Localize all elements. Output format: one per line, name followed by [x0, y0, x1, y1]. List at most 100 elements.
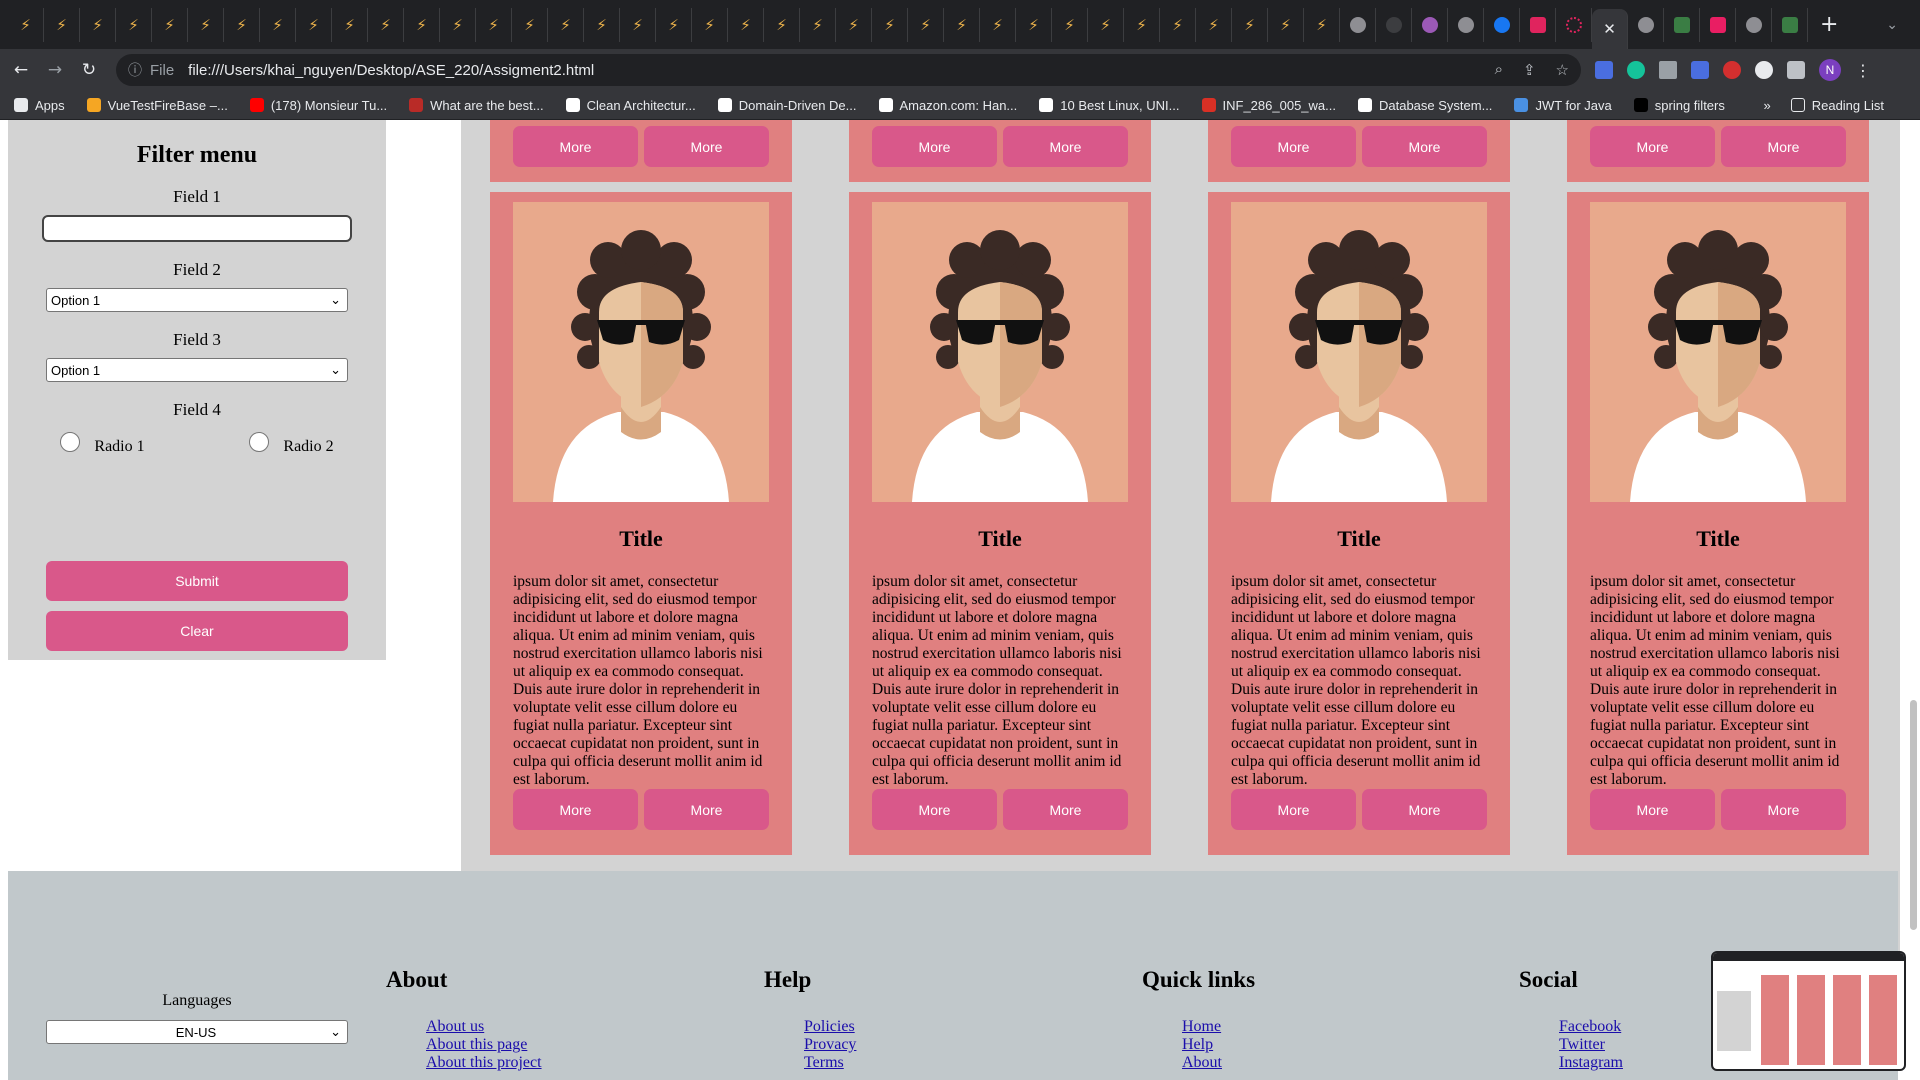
footer-link[interactable]: Policies — [804, 1018, 856, 1036]
bookmarks-overflow-icon[interactable]: » — [1763, 98, 1770, 113]
star-icon[interactable]: ☆ — [1556, 61, 1569, 79]
radio2-option[interactable]: Radio 2 — [249, 432, 334, 456]
tab[interactable]: ⚡ — [908, 7, 944, 42]
extension-icon[interactable] — [1755, 61, 1773, 79]
tab[interactable]: ⚡ — [1088, 7, 1124, 42]
bookmark-item[interactable]: JWT for Java — [1514, 98, 1612, 113]
tab[interactable]: ⚡ — [80, 7, 116, 42]
tab[interactable]: ⚡ — [800, 7, 836, 42]
zoom-icon[interactable]: ⌕ — [1495, 61, 1503, 79]
bookmark-item[interactable]: Apps — [14, 98, 65, 113]
tab[interactable] — [1736, 7, 1772, 42]
tab[interactable]: ⚡ — [944, 7, 980, 42]
tab[interactable]: ⚡ — [548, 7, 584, 42]
more-button[interactable]: More — [513, 789, 638, 830]
more-button[interactable]: More — [644, 126, 769, 167]
footer-link[interactable]: Twitter — [1559, 1036, 1623, 1054]
tab[interactable]: ⚡ — [476, 7, 512, 42]
tab[interactable] — [1376, 7, 1412, 42]
more-button[interactable]: More — [872, 789, 997, 830]
back-icon[interactable]: ← — [8, 60, 34, 80]
vuejs-icon[interactable] — [1659, 61, 1677, 79]
bookmark-item[interactable]: (178) Monsieur Tu... — [249, 98, 387, 113]
language-select[interactable]: EN-US ⌄ — [46, 1020, 348, 1044]
info-icon[interactable]: ⓘ — [128, 60, 142, 80]
more-button[interactable]: More — [644, 789, 769, 830]
footer-link[interactable]: About — [1182, 1054, 1255, 1072]
more-button[interactable]: More — [872, 126, 997, 167]
field3-select[interactable]: Option 1 ⌄ — [46, 358, 348, 382]
tab[interactable]: ⚡ — [440, 7, 476, 42]
footer-link[interactable]: Help — [1182, 1036, 1255, 1054]
tab[interactable]: ⚡ — [1016, 7, 1052, 42]
submit-button[interactable]: Submit — [46, 561, 348, 601]
more-button[interactable]: More — [1590, 126, 1715, 167]
profile-avatar[interactable]: N — [1819, 59, 1841, 81]
more-button[interactable]: More — [1231, 126, 1356, 167]
more-button[interactable]: More — [1590, 789, 1715, 830]
tab[interactable] — [1664, 7, 1700, 42]
tab-active[interactable]: ✕ — [1592, 9, 1628, 49]
tab[interactable]: ⚡ — [116, 7, 152, 42]
radio1-option[interactable]: Radio 1 — [60, 432, 145, 456]
footer-link[interactable]: Terms — [804, 1054, 856, 1072]
tab-search-icon[interactable]: ⌄ — [1886, 17, 1898, 33]
tab[interactable]: ⚡ — [656, 7, 692, 42]
more-button[interactable]: More — [1003, 126, 1128, 167]
tab[interactable] — [1520, 7, 1556, 42]
scrollbar[interactable] — [1908, 120, 1920, 1080]
more-button[interactable]: More — [513, 126, 638, 167]
tab[interactable]: ⚡ — [692, 7, 728, 42]
tab[interactable]: ⚡ — [368, 7, 404, 42]
tab[interactable] — [1448, 7, 1484, 42]
field2-select[interactable]: Option 1 ⌄ — [46, 288, 348, 312]
screenshot-thumbnail[interactable] — [1711, 951, 1906, 1071]
footer-link[interactable]: Instagram — [1559, 1054, 1623, 1072]
url-text[interactable]: file:///Users/khai_nguyen/Desktop/ASE_22… — [188, 62, 594, 79]
bookmark-item[interactable]: VueTestFireBase –... — [86, 98, 228, 113]
tab[interactable] — [1556, 7, 1592, 42]
tab[interactable]: ⚡ — [620, 7, 656, 42]
new-tab-button[interactable]: + — [1820, 12, 1838, 37]
tab[interactable]: ⚡ — [224, 7, 260, 42]
tab[interactable] — [1628, 7, 1664, 42]
tab[interactable] — [1412, 7, 1448, 42]
tab[interactable] — [1772, 7, 1808, 42]
bookmark-item[interactable]: Domain-Driven De... — [717, 98, 857, 113]
tab[interactable]: ⚡ — [728, 7, 764, 42]
tab[interactable]: ⚡ — [1232, 7, 1268, 42]
tab[interactable] — [1340, 7, 1376, 42]
field1-input[interactable] — [42, 215, 352, 242]
more-button[interactable]: More — [1362, 126, 1487, 167]
reload-icon[interactable]: ↻ — [76, 60, 102, 80]
tab[interactable] — [1484, 7, 1520, 42]
tab[interactable]: ⚡ — [872, 7, 908, 42]
tab[interactable]: ⚡ — [836, 7, 872, 42]
tab[interactable]: ⚡ — [584, 7, 620, 42]
adblock-icon[interactable] — [1723, 61, 1741, 79]
tab[interactable]: ⚡ — [152, 7, 188, 42]
bookmark-item[interactable]: INF_286_005_wa... — [1201, 98, 1336, 113]
forward-icon[interactable]: → — [42, 60, 68, 80]
bookmark-item[interactable]: spring filters — [1633, 98, 1725, 113]
screen-capture-icon[interactable] — [1691, 61, 1709, 79]
bookmark-item[interactable]: Database System... — [1357, 98, 1492, 113]
bookmark-item[interactable]: 10 Best Linux, UNI... — [1039, 98, 1180, 113]
tab[interactable]: ⚡ — [44, 7, 80, 42]
tab[interactable] — [1700, 7, 1736, 42]
tab[interactable]: ⚡ — [1160, 7, 1196, 42]
menu-icon[interactable]: ⋮ — [1855, 61, 1871, 80]
share-icon[interactable]: ⇪ — [1523, 61, 1536, 79]
address-bar[interactable]: ⓘ File file:///Users/khai_nguyen/Desktop… — [116, 54, 1581, 86]
more-button[interactable]: More — [1721, 789, 1846, 830]
close-icon[interactable]: ✕ — [1603, 20, 1616, 38]
scroll-thumb[interactable] — [1910, 700, 1917, 930]
puzzle-icon[interactable] — [1787, 61, 1805, 79]
footer-link[interactable]: Provacy — [804, 1036, 856, 1054]
tab[interactable]: ⚡ — [1196, 7, 1232, 42]
tab[interactable]: ⚡ — [332, 7, 368, 42]
more-button[interactable]: More — [1003, 789, 1128, 830]
radio1-button[interactable] — [60, 432, 81, 452]
tab[interactable]: ⚡ — [980, 7, 1016, 42]
reading-list-button[interactable]: Reading List — [1790, 98, 1884, 113]
